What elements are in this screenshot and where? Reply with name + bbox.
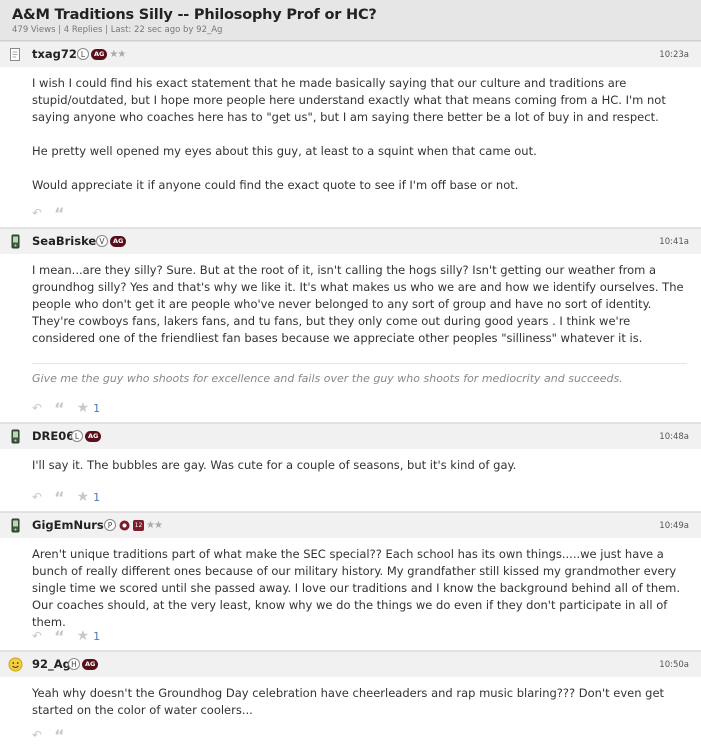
user-badges: H AG [68, 658, 99, 670]
like-count[interactable]: 1 [93, 491, 100, 504]
thread-title: A&M Traditions Silly -- Philosophy Prof … [12, 7, 377, 23]
badge-ag: AG [91, 48, 108, 60]
post-time: 10:48a [659, 432, 689, 442]
post: txag72 L AG ★★ 10:23a I wish I could fin… [0, 41, 701, 228]
post-header: DRE06 L AG 10:48a [0, 423, 701, 449]
post-body: Yeah why doesn't the Groundhog Day celeb… [0, 677, 701, 719]
quote-icon[interactable]: “ [54, 204, 65, 223]
reply-icon[interactable]: ↶ [32, 490, 42, 504]
username[interactable]: DRE06 [32, 429, 74, 443]
reply-icon[interactable]: ↶ [32, 629, 42, 643]
post-time: 10:23a [659, 50, 689, 60]
post-body: I wish I could find his exact statement … [0, 67, 701, 194]
badge-ag: AG [85, 430, 102, 442]
badge-level: H [68, 658, 80, 670]
post-time: 10:50a [659, 660, 689, 670]
reply-icon[interactable]: ↶ [32, 728, 42, 742]
post: DRE06 L AG 10:48a I'll say it. The bubbl… [0, 423, 701, 512]
badge-level: P [104, 519, 116, 531]
post-paragraph: I wish I could find his exact statement … [32, 76, 666, 124]
username[interactable]: 92_Ag [32, 657, 71, 671]
post-paragraph: I'll say it. The bubbles are gay. Was cu… [32, 458, 517, 472]
post-header: 92_Ag H AG 10:50a [0, 651, 701, 677]
post-paragraph: Would appreciate it if anyone could find… [32, 178, 519, 192]
username[interactable]: SeaBrisket [32, 234, 102, 248]
post-body: I mean...are they silly? Sure. But at th… [0, 254, 701, 347]
quote-icon[interactable]: “ [54, 627, 65, 646]
phone-icon [11, 429, 20, 444]
user-badges: L AG ★★ [77, 48, 126, 60]
like-count[interactable]: 1 [93, 402, 100, 415]
post-actions: ↶ “ ★ 1 [0, 485, 100, 509]
post: GigEmNurse P 12 ★★ 10:49a Aren't unique … [0, 512, 701, 651]
badge-number: 12 [133, 519, 144, 531]
thread-meta: 479 Views | 4 Replies | Last: 22 sec ago… [12, 25, 223, 35]
username[interactable]: txag72 [32, 47, 77, 61]
reply-icon[interactable]: ↶ [32, 401, 42, 415]
post-paragraph: Aren't unique traditions part of what ma… [32, 547, 681, 629]
user-badges: V AG [96, 235, 127, 247]
document-icon [10, 48, 20, 61]
post-time: 10:49a [659, 521, 689, 531]
reply-icon[interactable]: ↶ [32, 206, 42, 220]
post-paragraph: He pretty well opened my eyes about this… [32, 144, 537, 158]
star-icon[interactable]: ★ [77, 400, 90, 416]
phone-icon [11, 234, 20, 249]
badge-ag: AG [82, 658, 99, 670]
username[interactable]: GigEmNurse [32, 518, 112, 532]
badge-level: L [77, 48, 89, 60]
like-count[interactable]: 1 [93, 630, 100, 643]
post-body: I'll say it. The bubbles are gay. Was cu… [0, 449, 701, 474]
phone-icon [11, 518, 20, 533]
post-actions: ↶ “ ★ 1 [0, 396, 100, 420]
post-actions: ↶ “ ★ 1 [0, 624, 100, 648]
quote-icon[interactable]: “ [54, 726, 65, 745]
quote-icon[interactable]: “ [54, 399, 65, 418]
quote-icon[interactable]: “ [54, 488, 65, 507]
stars-badge: ★★ [146, 519, 163, 531]
star-icon[interactable]: ★ [77, 628, 90, 644]
post-signature: Give me the guy who shoots for excellenc… [32, 363, 687, 385]
post-header: txag72 L AG ★★ 10:23a [0, 41, 701, 67]
badge-ag: AG [110, 235, 127, 247]
thread-header: A&M Traditions Silly -- Philosophy Prof … [0, 0, 701, 41]
user-badges: P 12 ★★ [104, 519, 163, 531]
post-header: GigEmNurse P 12 ★★ 10:49a [0, 512, 701, 538]
post-time: 10:41a [659, 237, 689, 247]
post-header: SeaBrisket V AG 10:41a [0, 228, 701, 254]
post-actions: ↶ “ [0, 201, 65, 225]
post-paragraph: Yeah why doesn't the Groundhog Day celeb… [32, 686, 665, 717]
post-body: Aren't unique traditions part of what ma… [0, 538, 701, 631]
mascot-icon [119, 520, 130, 530]
badge-level: L [71, 430, 83, 442]
post: SeaBrisket V AG 10:41a I mean...are they… [0, 228, 701, 423]
post: 92_Ag H AG 10:50a Yeah why doesn't the G… [0, 651, 701, 747]
stars-badge: ★★ [109, 48, 126, 60]
post-actions: ↶ “ [0, 723, 65, 747]
star-icon[interactable]: ★ [77, 489, 90, 505]
post-paragraph: I mean...are they silly? Sure. But at th… [32, 263, 684, 345]
smiley-icon [8, 657, 23, 672]
user-badges: L AG [71, 430, 102, 442]
badge-level: V [96, 235, 108, 247]
